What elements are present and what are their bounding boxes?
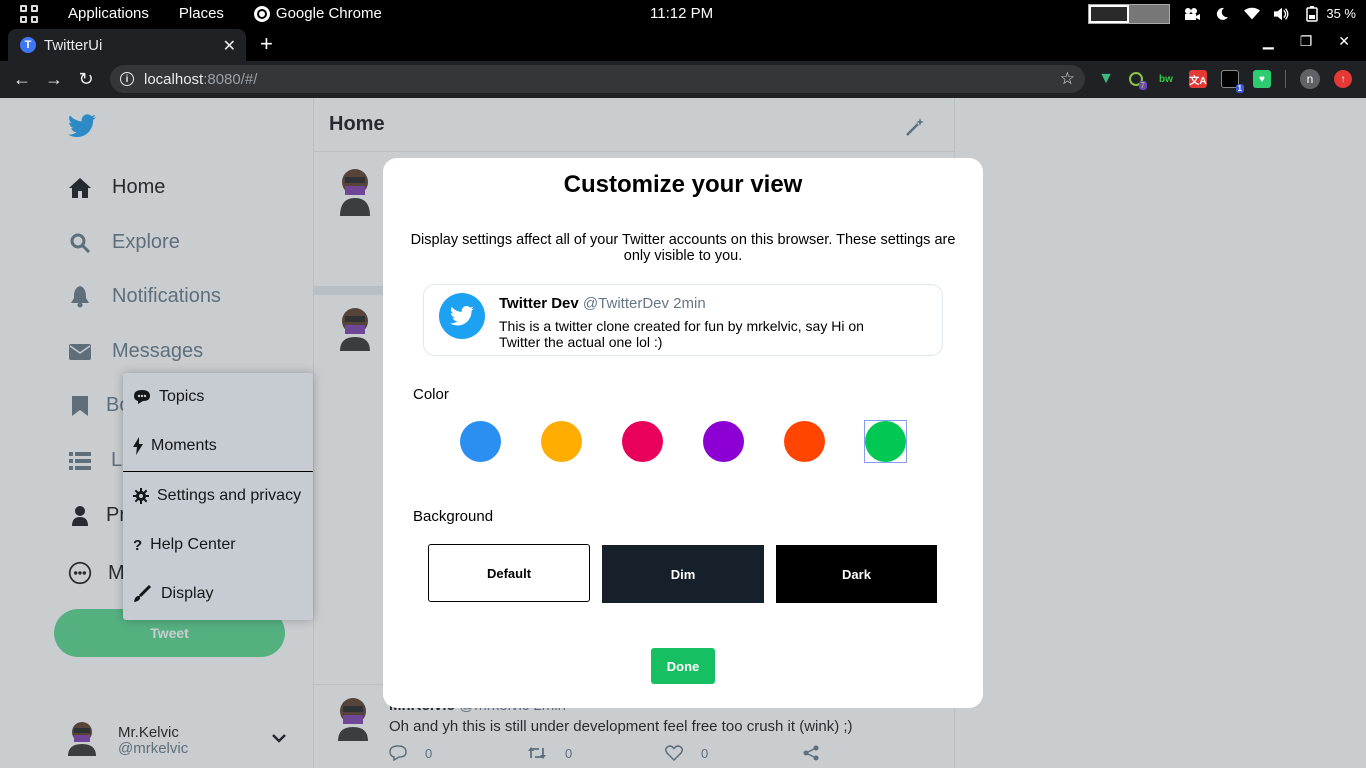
chrome-logo-icon [253, 5, 270, 22]
maximize-icon[interactable]: ❐ [1300, 33, 1313, 50]
menu-item-label: Moments [151, 437, 217, 454]
url-host: localhost [144, 70, 204, 88]
tab-favicon-icon: T [20, 37, 36, 53]
gear-icon [133, 488, 149, 504]
extension-badge-count-2: 1 [1235, 84, 1244, 93]
battery-percent: 35 % [1326, 6, 1356, 21]
color-section-label: Color [413, 386, 449, 403]
color-swatch-circle [541, 421, 582, 462]
profile-avatar[interactable]: n [1300, 69, 1320, 89]
reload-icon[interactable]: ↻ [70, 69, 102, 90]
color-swatch-circle [622, 421, 663, 462]
node-extension-icon[interactable]: 7 [1129, 72, 1147, 90]
menu-item-label: Settings and privacy [157, 487, 302, 504]
color-swatch-6[interactable] [864, 420, 907, 463]
system-tray: 35 % [1088, 0, 1356, 27]
close-window-icon[interactable]: ✕ [1338, 33, 1350, 50]
color-swatch-1[interactable] [460, 421, 501, 462]
background-dark-button[interactable]: Dark [776, 545, 937, 603]
forward-icon[interactable]: → [38, 69, 70, 90]
apps-grid-icon[interactable] [20, 4, 38, 23]
tab-close-icon[interactable]: ✕ [223, 36, 236, 56]
translate-extension-icon[interactable]: 文A [1189, 70, 1207, 88]
question-icon: ? [133, 536, 143, 554]
menu-item-moments[interactable]: Moments [133, 437, 217, 455]
background-default-button[interactable]: Default [428, 544, 590, 602]
chat-icon [133, 389, 151, 405]
tab-twitterui[interactable]: T TwitterUi ✕ [8, 29, 246, 61]
browser-toolbar: ← → ↻ i localhost:8080/#/ ☆ ▼ 7 bw 文A 1 … [0, 61, 1366, 98]
app-menu-chrome[interactable]: Google Chrome [253, 5, 382, 22]
color-swatch-4[interactable] [703, 421, 744, 462]
os-top-bar: Applications Places Google Chrome 11:12 … [0, 0, 1366, 27]
menu-item-settings[interactable]: Settings and privacy [133, 487, 301, 505]
modal-title: Customize your view [563, 171, 803, 198]
background-section-label: Background [413, 508, 494, 525]
bw-extension-icon[interactable]: bw [1157, 70, 1175, 88]
url-path: :8080/#/ [203, 70, 258, 88]
color-swatch-circle [703, 421, 744, 462]
menu-item-label: Display [161, 585, 214, 602]
clock[interactable]: 11:12 PM [650, 5, 713, 22]
workspace-switcher[interactable] [1088, 3, 1171, 24]
night-mode-icon[interactable] [1214, 6, 1230, 22]
menu-item-label: Topics [159, 388, 205, 405]
places-menu[interactable]: Places [179, 5, 224, 22]
background-dim-button[interactable]: Dim [602, 545, 764, 603]
back-icon[interactable]: ← [6, 69, 38, 90]
color-swatches [460, 420, 907, 463]
extension-badge-count: 7 [1138, 81, 1147, 90]
tab-strip: T TwitterUi ✕ + ▁ ❐ ✕ [0, 27, 1366, 61]
color-swatch-3[interactable] [622, 421, 663, 462]
site-info-icon[interactable]: i [120, 72, 134, 86]
preview-author: Twitter Dev @TwitterDev 2min [499, 295, 706, 312]
pocket-extension-icon[interactable]: ♥ [1253, 70, 1271, 88]
done-button[interactable]: Done [651, 648, 715, 684]
app-menu-label: Google Chrome [275, 5, 382, 22]
twitter-page: Home Explore Notifications Messages Bo L… [0, 98, 1366, 768]
volume-icon[interactable] [1274, 6, 1290, 22]
modal-description: Display settings affect all of your Twit… [410, 232, 956, 264]
bookmark-star-icon[interactable]: ☆ [1060, 69, 1075, 89]
applications-menu[interactable]: Applications [68, 5, 149, 22]
preview-tweet: Twitter Dev @TwitterDev 2min This is a t… [423, 284, 943, 356]
wifi-icon[interactable] [1244, 6, 1261, 22]
extensions-bar: ▼ 7 bw 文A 1 ♥ n ↑ [1097, 69, 1352, 93]
twitter-logo-icon [439, 293, 485, 339]
cube-extension-icon[interactable]: 1 [1221, 70, 1244, 93]
tab-title: TwitterUi [44, 36, 103, 54]
more-dropdown-menu: Topics Moments Settings and privacy ? He… [123, 373, 313, 620]
menu-divider [123, 471, 313, 472]
color-swatch-circle [865, 421, 906, 462]
video-icon[interactable] [1184, 6, 1201, 22]
menu-item-label: Help Center [150, 536, 236, 553]
preview-handle: @TwitterDev 2min [582, 295, 706, 312]
bolt-icon [133, 437, 143, 455]
vue-devtools-icon[interactable]: ▼ [1097, 70, 1115, 88]
color-swatch-2[interactable] [541, 421, 582, 462]
menu-item-help-center[interactable]: ? Help Center [133, 536, 236, 554]
address-bar[interactable]: i localhost:8080/#/ ☆ [110, 65, 1085, 93]
minimize-icon[interactable]: ▁ [1263, 33, 1274, 50]
new-tab-button[interactable]: + [260, 31, 273, 57]
color-swatch-circle [460, 421, 501, 462]
brush-icon [133, 585, 151, 603]
preview-author-name: Twitter Dev [499, 295, 579, 312]
menu-item-display[interactable]: Display [133, 585, 213, 603]
update-icon[interactable]: ↑ [1334, 70, 1352, 88]
preview-text: This is a twitter clone created for fun … [499, 318, 864, 350]
menu-item-topics[interactable]: Topics [133, 388, 204, 406]
color-swatch-circle [784, 421, 825, 462]
battery-icon[interactable] [1304, 5, 1320, 22]
customize-view-modal: Customize your view Display settings aff… [383, 158, 983, 708]
color-swatch-5[interactable] [784, 421, 825, 462]
toolbar-divider [1285, 70, 1286, 88]
window-controls: ▁ ❐ ✕ [1263, 33, 1350, 50]
